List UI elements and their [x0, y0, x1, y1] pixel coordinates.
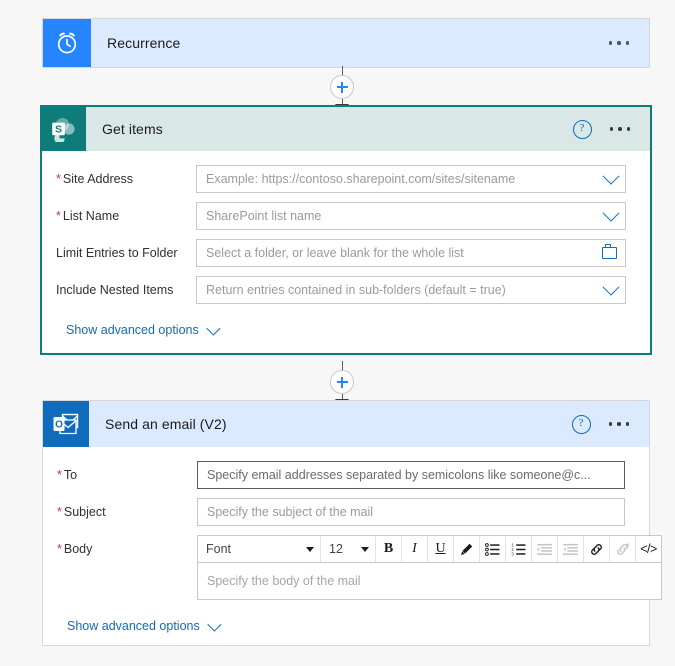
- folder-icon[interactable]: [602, 240, 617, 266]
- flow-designer-canvas: Recurrence S Get items ? * Site Address …: [0, 0, 675, 666]
- subject-input[interactable]: Specify the subject of the mail: [197, 498, 625, 526]
- help-icon[interactable]: ?: [572, 119, 592, 139]
- required-asterisk: *: [56, 172, 61, 186]
- form-row-to: * To Specify email addresses separated by…: [57, 461, 625, 489]
- code-view-icon[interactable]: </>: [636, 536, 661, 562]
- add-step-button[interactable]: [330, 370, 354, 394]
- svg-text:O: O: [55, 419, 63, 430]
- flow-step-send-an-email[interactable]: O Send an email (V2) ? * To Specify email…: [42, 400, 662, 646]
- outlook-icon: O: [43, 401, 89, 447]
- chevron-down-icon[interactable]: [602, 277, 620, 303]
- form-row-subject: * Subject Specify the subject of the mail: [57, 498, 625, 526]
- email-more-menu-button[interactable]: [607, 417, 632, 431]
- decrease-indent-icon: [532, 536, 558, 562]
- numbered-list-icon[interactable]: 1 2 3: [506, 536, 532, 562]
- required-asterisk: *: [57, 468, 62, 482]
- limit-entries-placeholder: Select a folder, or leave blank for the …: [206, 246, 464, 260]
- remove-link-icon: [610, 536, 636, 562]
- highlight-pen-icon[interactable]: [454, 536, 480, 562]
- site-address-input[interactable]: Example: https://contoso.sharepoint.com/…: [196, 165, 626, 193]
- getitems-show-advanced-options-link[interactable]: Show advanced options: [56, 313, 626, 337]
- email-card-header[interactable]: O Send an email (V2) ?: [43, 401, 649, 447]
- underline-icon[interactable]: U: [428, 536, 454, 562]
- to-input[interactable]: Specify email addresses separated by sem…: [197, 461, 625, 489]
- label-to: * To: [57, 468, 78, 482]
- form-row-include-nested-items: Include Nested Items Return entries cont…: [56, 276, 626, 304]
- body-placeholder: Specify the body of the mail: [207, 574, 361, 588]
- label-list-name: * List Name: [56, 209, 120, 223]
- label-subject: * Subject: [57, 505, 106, 519]
- rich-text-toolbar: Font 12 B I U 1 2 3 </>: [197, 535, 662, 563]
- bold-icon[interactable]: B: [376, 536, 402, 562]
- required-asterisk: *: [57, 505, 62, 519]
- font-size-dropdown[interactable]: 12: [321, 536, 376, 562]
- getitems-card-header[interactable]: S Get items ?: [42, 107, 650, 151]
- getitems-more-menu-button[interactable]: [608, 122, 633, 136]
- chevron-down-icon: [361, 546, 369, 552]
- label-limit-entries-to-folder: Limit Entries to Folder: [56, 246, 178, 260]
- recurrence-header-actions: [607, 36, 650, 50]
- form-row-limit-entries-to-folder: Limit Entries to Folder Select a folder,…: [56, 239, 626, 267]
- email-header-actions: ?: [571, 414, 650, 434]
- list-name-placeholder: SharePoint list name: [206, 209, 322, 223]
- font-family-value: Font: [206, 542, 232, 556]
- form-row-body: * Body Font 12 B I U 1 2 3 </> Specify t…: [57, 535, 662, 600]
- limit-entries-to-folder-input[interactable]: Select a folder, or leave blank for the …: [196, 239, 626, 267]
- advanced-options-label: Show advanced options: [67, 619, 200, 633]
- to-placeholder: Specify email addresses separated by sem…: [207, 468, 591, 482]
- chevron-down-icon: [207, 617, 222, 632]
- font-family-dropdown[interactable]: Font: [198, 536, 321, 562]
- include-nested-items-placeholder: Return entries contained in sub-folders …: [206, 283, 506, 297]
- getitems-form: * Site Address Example: https://contoso.s…: [42, 151, 650, 337]
- email-show-advanced-options-link[interactable]: Show advanced options: [57, 609, 625, 633]
- form-row-site-address: * Site Address Example: https://contoso.s…: [56, 165, 626, 193]
- alarm-clock-icon: [43, 19, 91, 67]
- recurrence-card-title: Recurrence: [107, 35, 181, 51]
- required-asterisk: *: [56, 209, 61, 223]
- body-rich-text-editor[interactable]: Font 12 B I U 1 2 3 </> Specify the body…: [197, 535, 662, 600]
- getitems-header-actions: ?: [572, 119, 651, 139]
- font-size-value: 12: [329, 542, 343, 556]
- email-form: * To Specify email addresses separated by…: [43, 447, 662, 633]
- sharepoint-icon: S: [42, 107, 86, 151]
- label-site-address: * Site Address: [56, 172, 134, 186]
- list-name-input[interactable]: SharePoint list name: [196, 202, 626, 230]
- subject-placeholder: Specify the subject of the mail: [207, 505, 374, 519]
- form-row-list-name: * List Name SharePoint list name: [56, 202, 626, 230]
- site-address-placeholder: Example: https://contoso.sharepoint.com/…: [206, 172, 516, 186]
- email-card-title: Send an email (V2): [105, 416, 227, 432]
- body-text-area[interactable]: Specify the body of the mail: [197, 563, 662, 600]
- help-icon[interactable]: ?: [571, 414, 591, 434]
- insert-link-icon[interactable]: [584, 536, 610, 562]
- chevron-down-icon: [206, 321, 221, 336]
- connector-line: [341, 361, 343, 370]
- recurrence-more-menu-button[interactable]: [607, 36, 632, 50]
- flow-step-get-items[interactable]: S Get items ? * Site Address Example: htt…: [40, 105, 652, 355]
- code-view-label: </>: [640, 542, 657, 556]
- chevron-down-icon[interactable]: [602, 166, 620, 192]
- italic-icon[interactable]: I: [402, 536, 428, 562]
- include-nested-items-input[interactable]: Return entries contained in sub-folders …: [196, 276, 626, 304]
- advanced-options-label: Show advanced options: [66, 323, 199, 337]
- bulleted-list-icon[interactable]: [480, 536, 506, 562]
- getitems-card-title: Get items: [102, 121, 163, 137]
- chevron-down-icon[interactable]: [602, 203, 620, 229]
- increase-indent-icon: [558, 536, 584, 562]
- recurrence-card-header[interactable]: Recurrence: [43, 19, 649, 67]
- chevron-down-icon: [306, 546, 314, 552]
- required-asterisk: *: [57, 542, 62, 556]
- flow-step-recurrence[interactable]: Recurrence: [42, 18, 650, 68]
- add-step-button[interactable]: [330, 75, 354, 99]
- svg-text:3: 3: [511, 551, 514, 556]
- label-include-nested-items: Include Nested Items: [56, 283, 174, 297]
- connector-line: [341, 66, 343, 75]
- svg-text:S: S: [55, 123, 62, 135]
- label-body: * Body: [57, 542, 93, 556]
